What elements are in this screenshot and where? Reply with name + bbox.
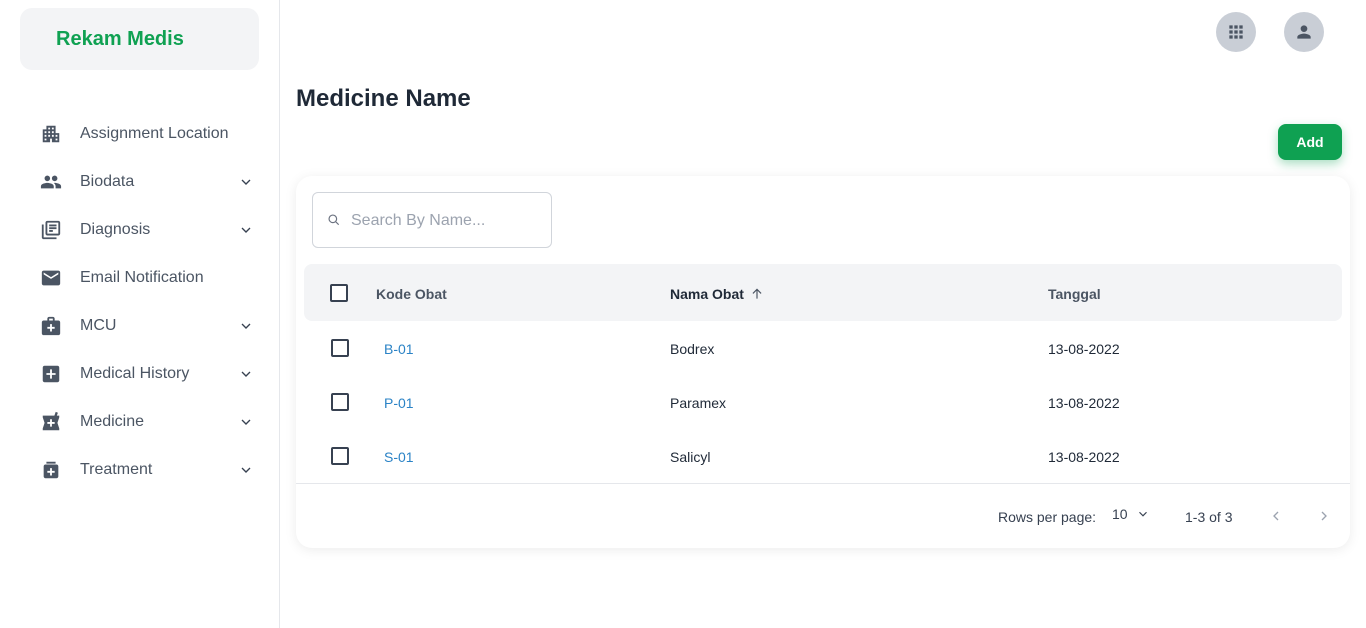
column-header-tanggal[interactable]: Tanggal xyxy=(1048,286,1101,302)
chevron-right-icon xyxy=(1321,511,1327,521)
chevron-down-icon xyxy=(238,414,254,430)
cell-kode-obat[interactable]: S-01 xyxy=(384,449,414,465)
chevron-down-icon xyxy=(238,174,254,190)
cell-tanggal: 13-08-2022 xyxy=(1048,395,1120,411)
select-all-checkbox[interactable] xyxy=(330,284,348,302)
sidebar-item-medical-history[interactable]: Medical History xyxy=(0,350,279,398)
medkit-icon xyxy=(40,315,62,337)
cell-nama-obat: Salicyl xyxy=(670,449,711,465)
sidebar-item-label: Assignment Location xyxy=(80,125,229,142)
table-row[interactable]: S-01 Salicyl 13-08-2022 xyxy=(296,429,1350,483)
cell-nama-obat: Bodrex xyxy=(670,341,715,357)
arrow-up-icon xyxy=(750,287,764,301)
chevron-down-icon xyxy=(238,462,254,478)
sidebar-nav: Assignment Location Biodata Diagnosis Em… xyxy=(0,110,279,494)
sidebar-item-biodata[interactable]: Biodata xyxy=(0,158,279,206)
sidebar-item-label: MCU xyxy=(80,317,117,334)
brand-box[interactable]: Rekam Medis xyxy=(20,8,259,70)
medicine-table-card: Kode Obat Nama Obat Tanggal B-01 Bodrex … xyxy=(296,176,1350,548)
previous-page-button[interactable] xyxy=(1266,506,1286,526)
row-checkbox[interactable] xyxy=(331,393,349,411)
search-box[interactable] xyxy=(312,192,552,248)
rows-per-page-label: Rows per page: xyxy=(998,509,1097,525)
chevron-down-icon xyxy=(238,366,254,382)
search-icon xyxy=(327,213,343,229)
row-checkbox[interactable] xyxy=(331,339,349,357)
user-menu-button[interactable] xyxy=(1284,12,1324,52)
row-checkbox[interactable] xyxy=(331,447,349,465)
add-button[interactable]: Add xyxy=(1278,124,1342,160)
table-row[interactable]: B-01 Bodrex 13-08-2022 xyxy=(296,321,1350,375)
cell-tanggal: 13-08-2022 xyxy=(1048,449,1120,465)
sidebar-item-email-notification[interactable]: Email Notification xyxy=(0,254,279,302)
apps-grid-icon xyxy=(1229,25,1243,39)
apps-button[interactable] xyxy=(1216,12,1256,52)
next-page-button[interactable] xyxy=(1314,506,1334,526)
sidebar-item-label: Treatment xyxy=(80,461,153,478)
rows-per-page-select[interactable]: 10 xyxy=(1112,506,1150,522)
chevron-down-icon xyxy=(238,318,254,334)
sidebar-item-label: Biodata xyxy=(80,173,135,190)
cell-kode-obat[interactable]: P-01 xyxy=(384,395,414,411)
cell-tanggal: 13-08-2022 xyxy=(1048,341,1120,357)
sidebar-item-diagnosis[interactable]: Diagnosis xyxy=(0,206,279,254)
medication-icon xyxy=(40,459,62,481)
building-icon xyxy=(40,123,62,145)
notes-icon xyxy=(40,219,62,241)
table-header: Kode Obat Nama Obat Tanggal xyxy=(304,264,1342,321)
chevron-down-icon xyxy=(1138,511,1147,517)
sidebar-item-label: Medicine xyxy=(80,413,145,430)
medical-plus-icon xyxy=(40,363,62,385)
people-icon xyxy=(40,171,62,193)
column-header-nama-obat[interactable]: Nama Obat xyxy=(670,286,764,302)
sidebar-item-medicine[interactable]: Medicine xyxy=(0,398,279,446)
page-title: Medicine Name xyxy=(296,85,471,112)
table-footer-divider xyxy=(296,483,1350,484)
chevron-down-icon xyxy=(238,222,254,238)
pagination-range: 1-3 of 3 xyxy=(1185,509,1233,525)
mail-icon xyxy=(40,267,62,289)
column-header-label: Nama Obat xyxy=(670,286,744,302)
cell-kode-obat[interactable]: B-01 xyxy=(384,341,414,357)
column-header-kode-obat[interactable]: Kode Obat xyxy=(376,286,447,302)
brand-title[interactable]: Rekam Medis xyxy=(56,28,184,51)
cell-nama-obat: Paramex xyxy=(670,395,727,411)
sidebar-item-label: Email Notification xyxy=(80,269,204,286)
sidebar-item-label: Diagnosis xyxy=(80,221,151,238)
sidebar: Rekam Medis Assignment Location Biodata … xyxy=(0,0,280,628)
chevron-left-icon xyxy=(1273,511,1279,521)
sidebar-item-treatment[interactable]: Treatment xyxy=(0,446,279,494)
sidebar-item-assignment-location[interactable]: Assignment Location xyxy=(0,110,279,158)
sidebar-item-mcu[interactable]: MCU xyxy=(0,302,279,350)
search-input[interactable] xyxy=(351,207,541,235)
user-icon xyxy=(1297,25,1311,39)
sidebar-item-label: Medical History xyxy=(80,365,190,382)
table-row[interactable]: P-01 Paramex 13-08-2022 xyxy=(296,375,1350,429)
rows-per-page-value: 10 xyxy=(1112,506,1128,522)
pharmacy-icon xyxy=(40,411,62,433)
